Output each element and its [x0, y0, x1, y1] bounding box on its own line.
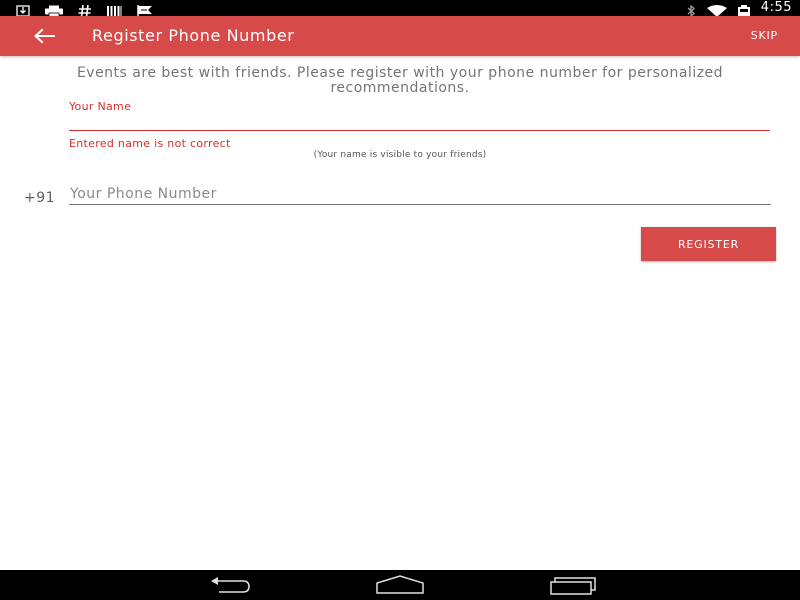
nav-back-button[interactable] [205, 574, 255, 596]
register-phone-screen: 4:55 Register Phone Number SKIP Events a… [0, 0, 800, 600]
name-error-message: Entered name is not correct [69, 137, 231, 150]
app-bar: Register Phone Number SKIP [0, 16, 800, 56]
name-visibility-hint: (Your name is visible to your friends) [313, 150, 487, 160]
recents-nav-icon [550, 577, 596, 595]
bluetooth-icon [685, 2, 697, 18]
phone-number-input[interactable] [69, 184, 771, 205]
hash-icon [78, 2, 92, 18]
intro-message: Events are best with friends. Please reg… [76, 65, 724, 96]
status-system-icons: 4:55 [685, 0, 792, 18]
status-bar: 4:55 [0, 0, 800, 18]
page-title: Register Phone Number [92, 26, 295, 45]
download-icon [16, 2, 30, 17]
battery-icon [737, 2, 751, 17]
arrow-left-icon [34, 28, 55, 44]
name-input[interactable] [69, 114, 770, 131]
wifi-icon [706, 2, 727, 17]
country-code: +91 [24, 190, 56, 206]
skip-button[interactable]: SKIP [751, 16, 778, 56]
clock: 4:55 [760, 0, 792, 15]
back-nav-icon [211, 577, 250, 593]
home-nav-icon [376, 575, 424, 594]
nav-recents-button[interactable] [548, 574, 598, 596]
flag-icon [136, 2, 154, 17]
status-notifications [16, 0, 154, 18]
navigation-bar [0, 570, 800, 600]
nav-home-button[interactable] [375, 574, 425, 596]
print-icon [44, 2, 64, 17]
name-field-label: Your Name [69, 100, 132, 113]
back-button[interactable] [30, 22, 58, 50]
register-button[interactable]: REGISTER [641, 227, 776, 261]
barcode-icon [106, 2, 122, 16]
